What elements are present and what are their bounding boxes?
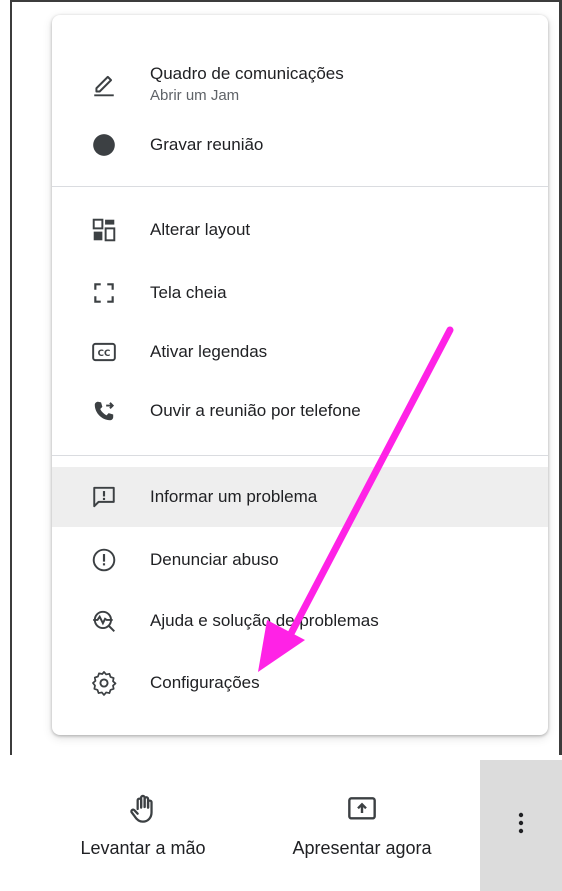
menu-item-label: Ativar legendas <box>150 342 268 361</box>
menu-item-label: Quadro de comunicações <box>150 64 344 83</box>
menu-item-label: Alterar layout <box>150 220 251 239</box>
menu-item-whiteboard[interactable]: Quadro de comunicações Abrir um Jam <box>52 56 548 114</box>
menu-divider <box>52 455 548 456</box>
record-dot-icon <box>90 131 118 159</box>
raise-hand-label: Levantar a mão <box>80 838 206 858</box>
window-frame-left <box>10 0 12 755</box>
menu-item-change-layout[interactable]: Alterar layout <box>52 201 548 259</box>
phone-forward-icon <box>90 397 118 425</box>
raise-hand-button[interactable]: Levantar a mão <box>58 760 228 891</box>
menu-item-report-problem[interactable]: Informar um problema <box>52 467 548 527</box>
menu-divider <box>52 186 548 187</box>
present-now-label: Apresentar agora <box>292 838 432 858</box>
svg-text:CC: CC <box>98 349 111 359</box>
menu-item-turn-on-captions[interactable]: CC Ativar legendas <box>52 323 548 381</box>
menu-item-full-screen[interactable]: Tela cheia <box>52 264 548 322</box>
menu-item-label: Tela cheia <box>150 283 227 302</box>
window-frame-top <box>10 0 562 2</box>
pen-icon <box>90 71 118 99</box>
menu-item-report-abuse[interactable]: Denunciar abuso <box>52 531 548 589</box>
menu-item-label: Informar um problema <box>150 487 318 506</box>
menu-item-label: Configurações <box>150 673 260 692</box>
meeting-control-bar: Levantar a mão Apresentar agora <box>10 760 562 891</box>
menu-item-record-meeting[interactable]: Gravar reunião <box>52 116 548 174</box>
menu-item-label: Denunciar abuso <box>150 550 279 569</box>
feedback-icon <box>90 483 118 511</box>
captions-icon: CC <box>90 338 118 366</box>
more-options-button[interactable] <box>480 760 562 891</box>
troubleshoot-icon <box>90 607 118 635</box>
raise-hand-icon <box>126 792 160 826</box>
options-menu: Quadro de comunicações Abrir um Jam Grav… <box>52 15 548 735</box>
present-now-button[interactable]: Apresentar agora <box>274 760 450 891</box>
more-vertical-icon <box>518 812 524 839</box>
menu-item-settings[interactable]: Configurações <box>52 654 548 712</box>
menu-item-label: Ajuda e solução de problemas <box>150 611 379 630</box>
layout-icon <box>90 216 118 244</box>
menu-item-phone-audio[interactable]: Ouvir a reunião por telefone <box>52 382 548 440</box>
present-screen-icon <box>345 792 379 826</box>
menu-item-whiteboard-text: Quadro de comunicações Abrir um Jam <box>150 64 344 104</box>
alert-circle-icon <box>90 546 118 574</box>
menu-item-label: Gravar reunião <box>150 135 264 154</box>
menu-item-label: Ouvir a reunião por telefone <box>150 401 361 420</box>
menu-item-sublabel: Abrir um Jam <box>150 87 240 104</box>
gear-icon <box>90 669 118 697</box>
menu-item-troubleshooting[interactable]: Ajuda e solução de problemas <box>52 592 548 650</box>
fullscreen-icon <box>90 279 118 307</box>
